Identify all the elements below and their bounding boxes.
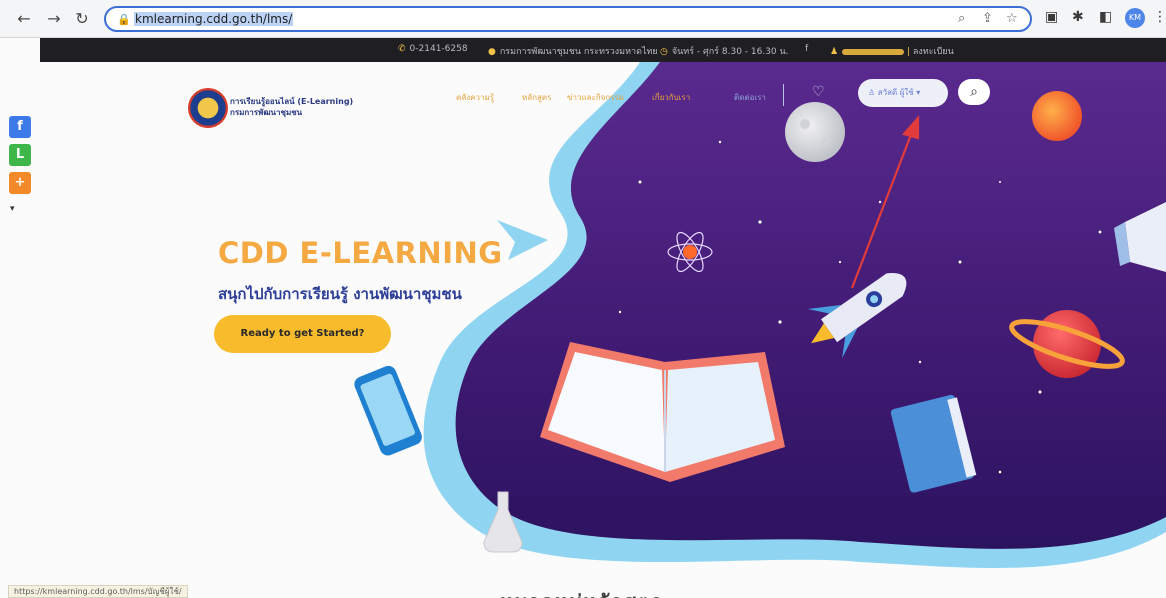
topbar-username xyxy=(842,48,905,55)
moon-icon xyxy=(785,102,845,162)
site-logo[interactable] xyxy=(188,88,228,128)
get-started-button[interactable]: Ready to get Started? xyxy=(214,315,391,353)
nav-item-contact[interactable]: ติดต่อเรา xyxy=(734,91,766,104)
address-bar[interactable]: 🔒 kmlearning.cdd.go.th/lms/ ⌕ ⇪ ☆ xyxy=(104,6,1032,32)
phone-illustration-icon xyxy=(354,365,422,456)
topbar-phone[interactable]: ✆ 0-2141-6258 xyxy=(398,44,468,54)
facebook-small-icon[interactable]: f xyxy=(805,44,808,54)
site-logo-text[interactable]: การเรียนรู้ออนไลน์ (E-Learning) กรมการพั… xyxy=(230,96,353,118)
kebab-menu-icon[interactable]: ⋮ xyxy=(1153,9,1166,25)
phone-icon: ✆ xyxy=(398,44,406,54)
hero-illustration xyxy=(354,62,1166,569)
screenshot-root: ← → ↻ 🔒 kmlearning.cdd.go.th/lms/ ⌕ ⇪ ☆ … xyxy=(0,0,1166,598)
site-topbar: ✆ 0-2141-6258 ● กรมการพัฒนาชุมชน กระทรวงมห… xyxy=(40,38,1166,62)
user-outline-icon: ♙ xyxy=(868,88,876,97)
bookmark-star-icon[interactable]: ☆ xyxy=(1006,11,1018,26)
chevron-down-icon: ▾ xyxy=(916,88,921,97)
search-button[interactable]: ⌕ xyxy=(958,79,990,105)
user-icon: ♟ xyxy=(830,47,839,57)
url-text: kmlearning.cdd.go.th/lms/ xyxy=(134,12,294,26)
lock-icon: 🔒 xyxy=(117,13,131,26)
login-button[interactable]: ♙ สวัสดี ผู้ใช้ ▾ xyxy=(858,79,948,107)
nav-divider xyxy=(783,84,784,106)
share-page-icon[interactable]: ⇪ xyxy=(982,11,993,26)
reload-icon[interactable]: ↻ xyxy=(72,9,92,29)
hero-title: CDD E-LEARNING xyxy=(218,236,503,270)
zoom-icon[interactable]: ⌕ xyxy=(958,11,965,26)
back-arrow-icon[interactable]: ← xyxy=(14,9,34,29)
nav-item-about[interactable]: เกี่ยวกับเรา xyxy=(652,91,690,104)
planet-icon xyxy=(1033,310,1101,378)
status-bar-url: https://kmlearning.cdd.go.th/lms/บัญชีผู… xyxy=(8,585,188,598)
search-icon: ⌕ xyxy=(970,84,978,100)
extension-icon[interactable]: ▣ xyxy=(1045,9,1058,25)
browser-toolbar: ← → ↻ 🔒 kmlearning.cdd.go.th/lms/ ⌕ ⇪ ☆ … xyxy=(0,0,1166,38)
section-title: หมวดหมู่หลักสูตร xyxy=(500,586,662,598)
topbar-account[interactable]: ♟ | ลงทะเบียน xyxy=(830,44,954,58)
sun-icon xyxy=(1032,91,1082,141)
topbar-address: ● กรมการพัฒนาชุมชน กระทรวงมหาดไทย xyxy=(488,47,658,57)
forward-arrow-icon[interactable]: → xyxy=(44,9,64,29)
nav-item-courses[interactable]: หลักสูตร xyxy=(522,91,551,104)
profile-avatar[interactable]: KM xyxy=(1125,8,1145,28)
nav-item-news[interactable]: ข่าวและกิจกรรม xyxy=(567,91,624,104)
side-panel-icon[interactable]: ◧ xyxy=(1099,9,1112,25)
cart-icon[interactable]: ♡ xyxy=(812,84,825,100)
nav-item-knowledge[interactable]: คลังความรู้ xyxy=(456,91,494,104)
puzzle-icon[interactable]: ✱ xyxy=(1072,9,1084,25)
clock-icon: ◷ xyxy=(660,47,668,57)
topbar-hours: ◷ จันทร์ - ศุกร์ 8.30 - 16.30 น. xyxy=(660,47,789,57)
location-icon: ● xyxy=(488,47,496,57)
paper-plane-icon xyxy=(497,220,548,260)
hero-subtitle: สนุกไปกับการเรียนรู้ งานพัฒนาชุมชน xyxy=(218,285,462,303)
